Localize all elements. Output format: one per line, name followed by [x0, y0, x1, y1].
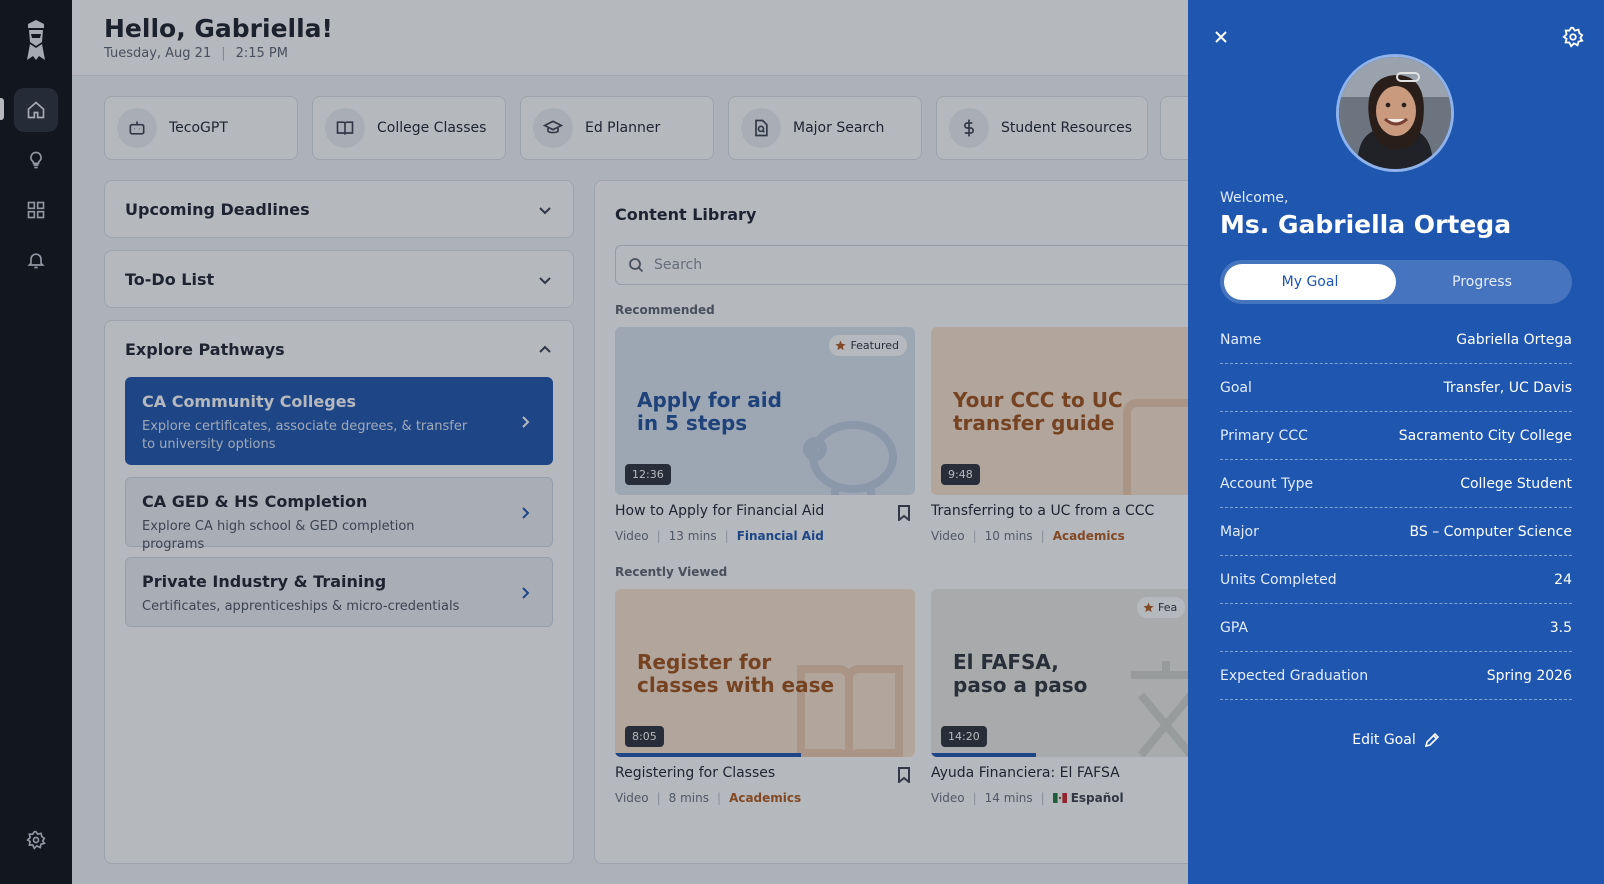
gear-icon[interactable] — [1562, 26, 1584, 48]
welcome-text: Welcome, — [1220, 190, 1289, 206]
detail-key: Account Type — [1220, 475, 1314, 492]
detail-value: Sacramento City College — [1398, 427, 1572, 444]
edit-goal-button[interactable]: Edit Goal — [1188, 732, 1604, 748]
pencil-icon — [1424, 732, 1439, 748]
detail-key: Primary CCC — [1220, 427, 1308, 444]
goal-details: Name Gabriella Ortega Goal Transfer, UC Da… — [1220, 316, 1572, 700]
detail-value: Gabriella Ortega — [1456, 331, 1572, 348]
detail-value: Spring 2026 — [1486, 667, 1572, 684]
profile-photo — [1339, 57, 1451, 169]
detail-row: Units Completed 24 — [1220, 556, 1572, 604]
detail-value: BS – Computer Science — [1409, 523, 1572, 540]
tab-progress[interactable]: Progress — [1396, 264, 1568, 300]
detail-row: Primary CCC Sacramento City College — [1220, 412, 1572, 460]
detail-value: Transfer, UC Davis — [1443, 379, 1573, 396]
tab-my-goal[interactable]: My Goal — [1224, 264, 1396, 300]
detail-row: Expected Graduation Spring 2026 — [1220, 652, 1572, 700]
detail-row: Account Type College Student — [1220, 460, 1572, 508]
profile-drawer: Welcome, Ms. Gabriella Ortega My Goal Pr… — [1188, 0, 1604, 884]
avatar — [1336, 54, 1454, 172]
detail-key: Goal — [1220, 379, 1252, 396]
detail-row: Major BS – Computer Science — [1220, 508, 1572, 556]
detail-row: GPA 3.5 — [1220, 604, 1572, 652]
detail-row: Goal Transfer, UC Davis — [1220, 364, 1572, 412]
detail-key: Expected Graduation — [1220, 667, 1369, 684]
detail-key: GPA — [1220, 619, 1248, 636]
close-icon[interactable] — [1210, 26, 1232, 48]
profile-name: Ms. Gabriella Ortega — [1220, 210, 1512, 239]
profile-tabs: My Goal Progress — [1220, 260, 1572, 304]
detail-key: Major — [1220, 523, 1259, 540]
detail-key: Name — [1220, 331, 1262, 348]
detail-value: 3.5 — [1549, 619, 1572, 636]
detail-key: Units Completed — [1220, 571, 1337, 588]
detail-value: 24 — [1554, 571, 1572, 588]
detail-row: Name Gabriella Ortega — [1220, 316, 1572, 364]
edit-goal-label: Edit Goal — [1352, 732, 1416, 748]
detail-value: College Student — [1460, 475, 1572, 492]
